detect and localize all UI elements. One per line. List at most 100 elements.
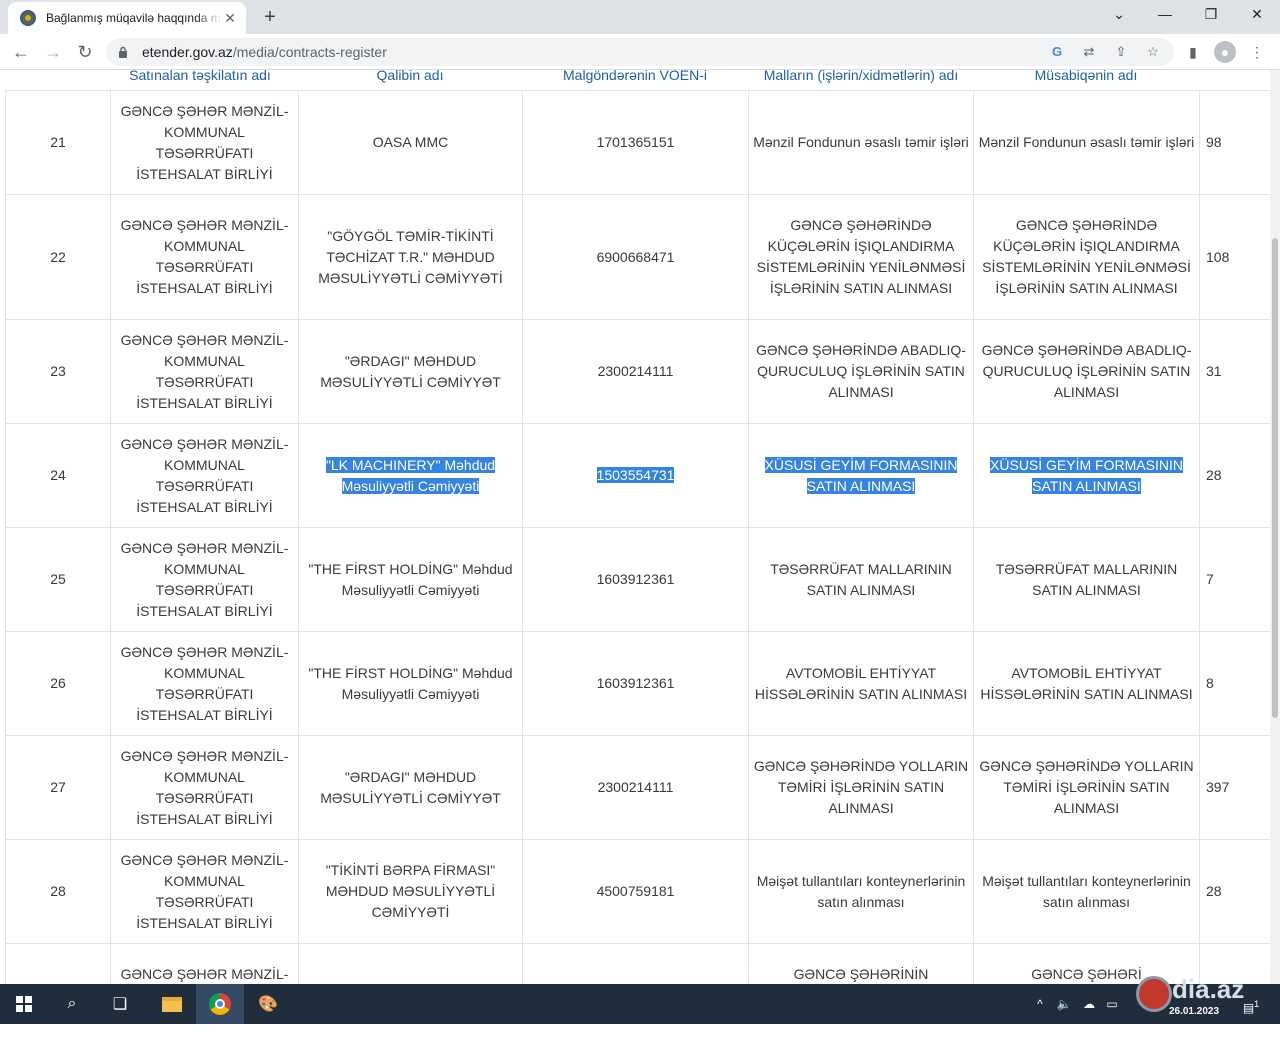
amount-text: 108 [1206, 249, 1229, 265]
winner-cell: OASA MMC [299, 91, 523, 195]
voen-cell: 4500759181 [523, 840, 749, 944]
tray-overflow-chevron-icon[interactable]: ^ [1030, 984, 1050, 1024]
row-number-text: 28 [50, 883, 66, 899]
winner-text: "ƏRDAGI" MƏHDUD MƏSULİYYƏTLİ CƏMİYYƏT [320, 769, 501, 806]
amount-text: 7 [1206, 571, 1214, 587]
purchaser-cell: GƏNCƏ ŞƏHƏR MƏNZİL-KOMMUNAL TƏSƏRRÜFATI … [111, 91, 299, 195]
table-row: GƏNCƏ ŞƏHƏR MƏNZİL-GƏNCƏ ŞƏHƏRİNİNGƏNCƏ … [6, 944, 1280, 985]
header-purchaser: Satınalan təşkilatın adı [110, 70, 290, 92]
lock-icon[interactable] [118, 46, 128, 58]
restore-button[interactable]: ❐ [1188, 4, 1234, 26]
tender-name-cell: Mənzil Fondunun əsaslı təmir işləri [974, 91, 1200, 195]
browser-tab-active[interactable]: Bağlanmış müqavilə haqqında məlumat ✕ [8, 2, 246, 34]
row-number-cell: 21 [6, 91, 111, 195]
menu-kebab-icon[interactable]: ⋮ [1246, 41, 1268, 63]
row-number-cell [6, 944, 111, 985]
tender-name-cell: Məişət tullantıları konteynerlərinin sat… [974, 840, 1200, 944]
goods-text: XÜSUSİ GEYİM FORMASININ SATIN ALINMASI [765, 457, 958, 494]
goods-text: Mənzil Fondunun əsaslı təmir işləri [753, 134, 969, 150]
watermark-logo-icon [1136, 976, 1172, 1012]
page-scrollbar[interactable] [1270, 70, 1280, 984]
google-lens-icon[interactable]: G [1048, 43, 1066, 61]
voen-cell: 1701365151 [523, 91, 749, 195]
row-number-cell: 23 [6, 320, 111, 424]
table-row: 28 GƏNCƏ ŞƏHƏR MƏNZİL-KOMMUNAL TƏSƏRRÜFAT… [6, 840, 1280, 944]
share-icon[interactable]: ⇪ [1112, 43, 1130, 61]
scrollbar-thumb[interactable] [1272, 238, 1278, 718]
goods-cell: Mənzil Fondunun əsaslı təmir işləri [749, 91, 974, 195]
voen-cell: 1603912361 [523, 632, 749, 736]
amount-cell: 28 [1200, 840, 1280, 944]
url-text[interactable]: etender.gov.az/media/contracts-register [142, 44, 387, 60]
winner-cell: "LK MACHINERY" Məhdud Məsuliyyətli Cəmiy… [299, 424, 523, 528]
tab-strip: Bağlanmış müqavilə haqqında məlumat ✕ + … [0, 0, 1280, 34]
address-bar[interactable]: etender.gov.az/media/contracts-register … [106, 38, 1174, 66]
goods-cell: XÜSUSİ GEYİM FORMASININ SATIN ALINMASI [749, 424, 974, 528]
forward-button[interactable]: → [40, 40, 66, 64]
onedrive-cloud-icon[interactable]: ☁ [1078, 984, 1100, 1024]
site-emblem-icon [20, 10, 36, 26]
header-tender: Müsabiqənin adı [973, 70, 1199, 92]
voen-text: 2300214111 [598, 363, 674, 379]
tab-search-chevron-icon[interactable]: ⌄ [1096, 4, 1142, 26]
amount-cell: 28 [1200, 424, 1280, 528]
reload-button[interactable]: ↻ [72, 40, 98, 64]
windows-taskbar: ⌕ ❏ 🎨 ^ 🔈 ☁ ▭ 26.01.2023 ▤1 [0, 984, 1280, 1024]
new-tab-button[interactable]: + [258, 6, 282, 30]
file-explorer-icon[interactable] [148, 984, 196, 1024]
tender-name-text: TƏSƏRRÜFAT MALLARININ SATIN ALINMASI [996, 561, 1178, 598]
purchaser-text: GƏNCƏ ŞƏHƏR MƏNZİL-KOMMUNAL TƏSƏRRÜFATI … [121, 436, 289, 515]
translate-icon[interactable]: ⇄ [1080, 43, 1098, 61]
row-number-text: 27 [50, 779, 66, 795]
goods-cell: GƏNCƏ ŞƏHƏRİNDƏ KÜÇƏLƏRİN İŞIQLANDIRMA S… [749, 195, 974, 320]
bookmark-star-icon[interactable]: ☆ [1144, 43, 1162, 61]
profile-avatar[interactable]: ● [1214, 41, 1236, 63]
goods-text: GƏNCƏ ŞƏHƏRİNDƏ YOLLARIN TƏMİRİ İŞLƏRİNİ… [754, 758, 968, 816]
table-row: 26GƏNCƏ ŞƏHƏR MƏNZİL-KOMMUNAL TƏSƏRRÜFAT… [6, 632, 1280, 736]
row-number-text: 23 [50, 363, 66, 379]
dia-az-watermark: dia.az [1134, 972, 1254, 1016]
chrome-taskbar-icon[interactable] [196, 984, 244, 1024]
minimize-button[interactable]: — [1142, 4, 1188, 26]
purchaser-text: GƏNCƏ ŞƏHƏR MƏNZİL-KOMMUNAL TƏSƏRRÜFATI … [121, 748, 289, 827]
tender-name-text: GƏNCƏ ŞƏHƏRİNDƏ ABADLIQ-QURUCULUQ İŞLƏRİ… [982, 342, 1192, 400]
tender-name-cell: GƏNCƏ ŞƏHƏRİNDƏ YOLLARIN TƏMİRİ İŞLƏRİNİ… [974, 736, 1200, 840]
goods-cell: Məişət tullantıları konteynerlərinin sat… [749, 840, 974, 944]
task-view-icon[interactable]: ❏ [96, 984, 144, 1024]
close-window-button[interactable]: ✕ [1234, 4, 1280, 26]
side-panel-icon[interactable]: ▮ [1182, 41, 1204, 63]
amount-cell: 8 [1200, 632, 1280, 736]
purchaser-text: GƏNCƏ ŞƏHƏR MƏNZİL-KOMMUNAL TƏSƏRRÜFATI … [121, 644, 289, 723]
volume-icon[interactable]: 🔈 [1054, 984, 1074, 1024]
winner-text: "LK MACHINERY" Məhdud Məsuliyyətli Cəmiy… [326, 457, 495, 494]
goods-cell: GƏNCƏ ŞƏHƏRİNDƏ ABADLIQ-QURUCULUQ İŞLƏRİ… [749, 320, 974, 424]
notification-count-badge: 1 [1254, 999, 1259, 1009]
voen-cell: 6900668471 [523, 195, 749, 320]
amount-cell: 108 [1200, 195, 1280, 320]
row-number-text: 24 [50, 467, 66, 483]
amount-text: 98 [1206, 134, 1222, 150]
winner-cell: "GÖYGÖL TƏMİR-TİKİNTİ TƏCHİZAT T.R." MƏH… [299, 195, 523, 320]
amount-cell: 397 [1200, 736, 1280, 840]
back-button[interactable]: ← [8, 40, 34, 64]
voen-text: 4500759181 [597, 883, 675, 899]
start-button[interactable] [0, 984, 48, 1024]
goods-cell: GƏNCƏ ŞƏHƏRİNDƏ YOLLARIN TƏMİRİ İŞLƏRİNİ… [749, 736, 974, 840]
purchaser-cell: GƏNCƏ ŞƏHƏR MƏNZİL-KOMMUNAL TƏSƏRRÜFATI … [111, 840, 299, 944]
tender-name-cell: XÜSUSİ GEYİM FORMASININ SATIN ALINMASI [974, 424, 1200, 528]
contracts-table: 21GƏNCƏ ŞƏHƏR MƏNZİL-KOMMUNAL TƏSƏRRÜFAT… [5, 90, 1280, 984]
network-icon[interactable]: ▭ [1102, 984, 1122, 1024]
purchaser-text: GƏNCƏ ŞƏHƏR MƏNZİL-KOMMUNAL TƏSƏRRÜFATI … [121, 540, 289, 619]
search-icon[interactable]: ⌕ [48, 984, 96, 1024]
tender-name-cell: GƏNCƏ ŞƏHƏRİNDƏ ABADLIQ-QURUCULUQ İŞLƏRİ… [974, 320, 1200, 424]
tender-name-text: AVTOMOBİL EHTİYYAT HİSSƏLƏRİNİN SATIN AL… [980, 665, 1192, 702]
close-tab-icon[interactable]: ✕ [222, 10, 238, 27]
purchaser-text: GƏNCƏ ŞƏHƏR MƏNZİL-KOMMUNAL TƏSƏRRÜFATI … [121, 217, 289, 296]
purchaser-cell: GƏNCƏ ŞƏHƏR MƏNZİL-KOMMUNAL TƏSƏRRÜFATI … [111, 632, 299, 736]
paint-app-icon[interactable]: 🎨 [244, 984, 292, 1024]
tender-name-cell: TƏSƏRRÜFAT MALLARININ SATIN ALINMASI [974, 528, 1200, 632]
row-number-cell: 25 [6, 528, 111, 632]
amount-text: 28 [1206, 883, 1222, 899]
winner-cell: "ƏRDAGI" MƏHDUD MƏSULİYYƏTLİ CƏMİYYƏT [299, 320, 523, 424]
amount-text: 8 [1206, 675, 1214, 691]
